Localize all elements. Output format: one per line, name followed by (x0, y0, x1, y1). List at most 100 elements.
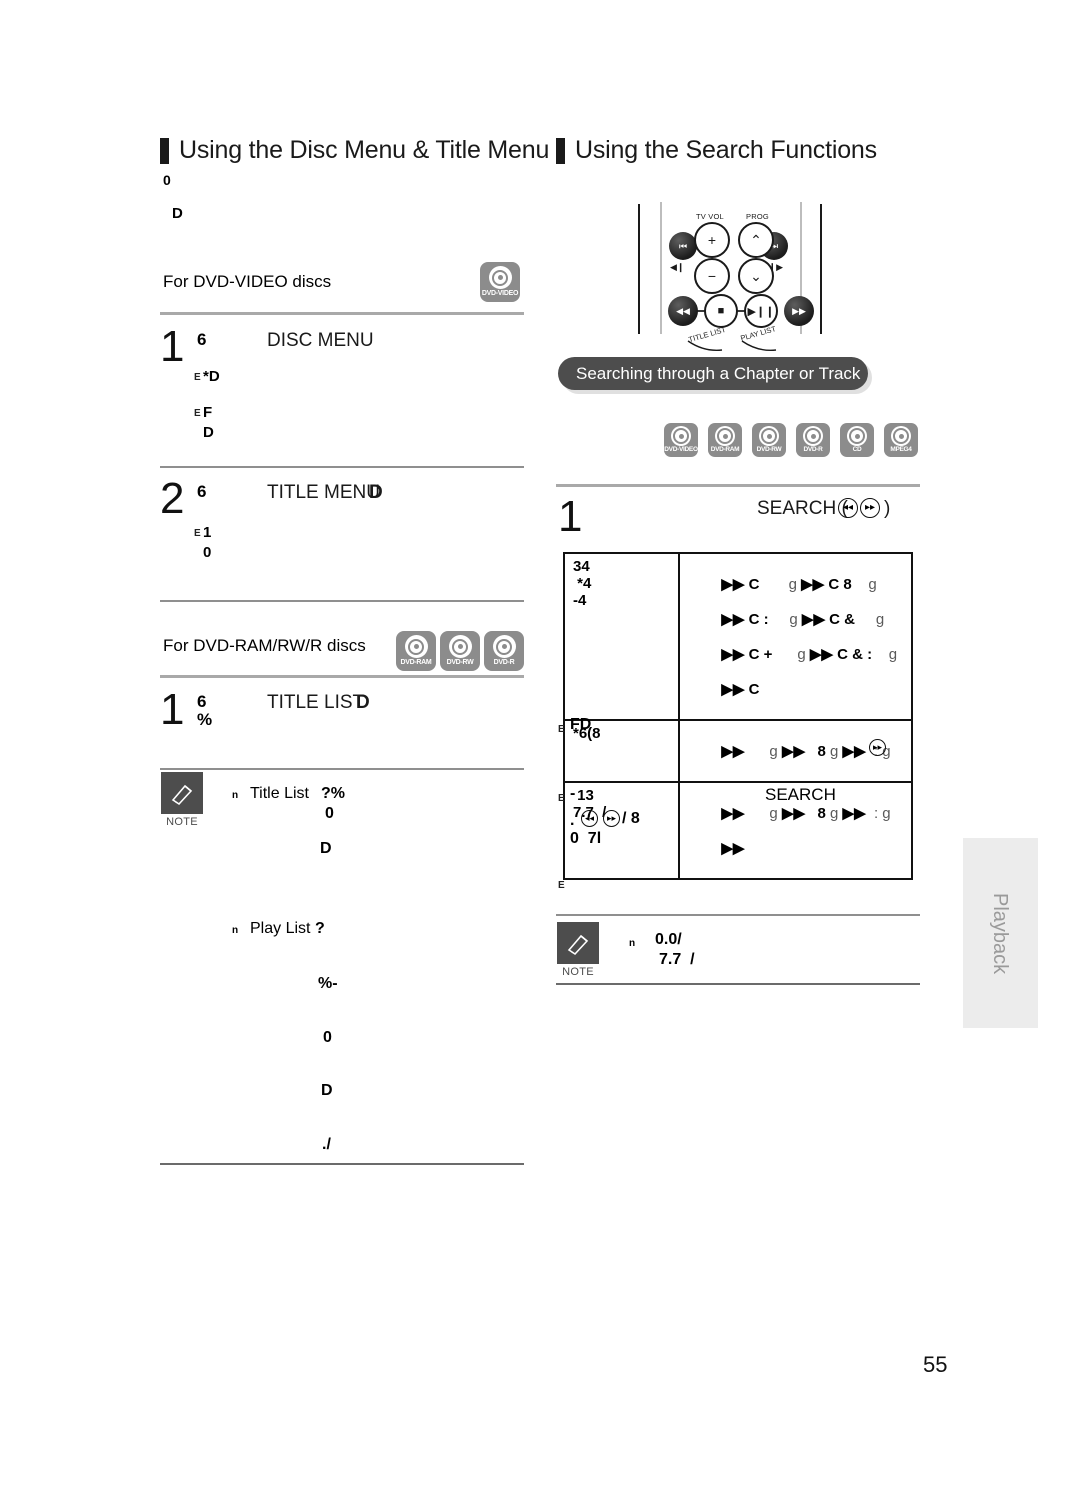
left-note-box: NOTE (161, 772, 203, 828)
title-list-step-number: 1 (160, 685, 185, 734)
disc-glyph-icon (715, 426, 735, 446)
pencil-icon (557, 922, 599, 964)
disc-glyph-icon (671, 426, 691, 446)
below-table-prefix-3: E (558, 880, 565, 891)
search-back-icon: ◂◂ (838, 498, 858, 518)
disc-glyph-icon (488, 266, 512, 289)
tv-vol-down-button[interactable]: − (694, 258, 730, 294)
left-heading-text: Using the Disc Menu & Title Menu (179, 136, 550, 164)
cell-line: *4 (573, 575, 592, 592)
disc-glyph-icon (803, 426, 823, 446)
disc-icon-label: DVD-RAM (710, 446, 740, 453)
table-row: 34 *4 -4 ▶▶ C g ▶▶ C 8 g ▶▶ C : g ▶▶ C & … (563, 552, 913, 721)
disc-glyph-icon (404, 635, 428, 658)
title-list-step-marker2: % (197, 710, 213, 729)
note-bullet-value-8: ./ (322, 1136, 331, 1153)
remote-control-illustration: TV VOL PROG ⏮ ◀❙ ⏭ ❙❙▶ + − ⌃ ⌄ (628, 196, 828, 351)
right-heading-text: Using the Search Functions (575, 136, 877, 164)
step-1-sub-text-1: *D (203, 368, 220, 385)
rewind-button[interactable]: ◀◀ (668, 296, 698, 326)
disc-icon-cd: CD (840, 423, 874, 457)
prev-track-button[interactable]: ⏮ (669, 232, 697, 260)
side-tab-playback: Playback (963, 838, 1038, 1028)
step-1-number: 1 (160, 322, 185, 371)
step-2-sub-text-1: 1 (203, 524, 212, 541)
search-forward-icon-inline-2: ▸▸ (603, 810, 620, 827)
below-table-text-1: FD (570, 716, 592, 733)
dvd-r-disc-icon: DVD-R (484, 631, 524, 671)
step-2-title-suffix: D (369, 482, 383, 503)
page-number: 55 (923, 1352, 948, 1377)
fast-forward-button[interactable]: ▶▶ (784, 296, 814, 326)
subhead-dvd-ram: For DVD-RAM/RW/R discs (163, 636, 366, 655)
table-row: *6(8 ▶▶ g ▶▶ 8 g ▶▶ : g (563, 719, 913, 783)
table-cell-col2-row1: ▶▶ C g ▶▶ C 8 g ▶▶ C : g ▶▶ C & g ▶▶ C +… (678, 552, 913, 721)
title-list-step-marker: 6 (197, 692, 207, 711)
divider (160, 600, 524, 602)
right-note-box: NOTE (557, 922, 599, 978)
side-tab-label: Playback (989, 893, 1011, 975)
divider (160, 768, 524, 770)
plus-icon: + (707, 232, 717, 248)
minus-icon: − (707, 268, 717, 284)
note-bullet-value-4: ? (315, 920, 325, 937)
cell-line: 34 (573, 558, 590, 575)
cell-line: 13 (573, 787, 594, 804)
prog-label: PROG (746, 212, 769, 221)
step-1-title: DISC MENU (267, 330, 374, 351)
note-bullet-value-7: D (321, 1082, 333, 1099)
disc-glyph-icon (759, 426, 779, 446)
chevron-down-icon: ⌄ (750, 267, 762, 284)
step-2-sub-prefix-1: E (194, 528, 201, 539)
title-list-step-title: TITLE LIST (267, 692, 365, 713)
step-1-sub-text-3: D (203, 424, 214, 441)
step-2-sub-text-2: 0 (203, 544, 212, 561)
right-note-bullet-marker: n (629, 938, 636, 949)
dvd-rw-disc-icon: DVD-RW (440, 631, 480, 671)
remote-edge-line-left-inner (660, 202, 662, 334)
stop-button[interactable]: ■ (704, 294, 738, 328)
below-table-prefix-2: E (558, 793, 565, 804)
disc-icon-dvd-rw: DVD-RW (752, 423, 786, 457)
disc-icon-label: DVD-RAM (400, 659, 432, 666)
divider (556, 484, 920, 487)
divider (556, 914, 920, 916)
disc-glyph-icon (492, 635, 516, 658)
tv-vol-up-button[interactable]: + (694, 222, 730, 258)
divider (556, 983, 920, 985)
disc-icon-dvd-ram: DVD-RAM (708, 423, 742, 457)
search-step-title: SEARCH ( (757, 498, 848, 519)
step-1-marker: 6 (197, 330, 207, 349)
left-intro-glyph-1: 0 (163, 172, 171, 188)
left-intro-glyph-2: D (172, 205, 183, 222)
note-bullet-marker: n (232, 790, 239, 801)
disc-icon-label: MPEG4 (890, 446, 912, 453)
heading-bar-icon (160, 137, 169, 164)
cell-line: -4 (573, 592, 587, 609)
disc-icon-label: DVD-RW (756, 446, 782, 453)
disc-icon-dvd-video: DVD-VIDEO (664, 423, 698, 457)
search-word: SEARCH (765, 785, 836, 804)
disc-icon-label: DVD-R (493, 659, 515, 666)
disc-icon-label: DVD-VIDEO (481, 290, 519, 297)
below-table-text-2: - (570, 785, 576, 802)
dvd-video-disc-icon: DVD-VIDEO (480, 262, 520, 302)
note-bullet-value-3: D (320, 840, 332, 857)
disc-icon-label: DVD-RW (446, 659, 474, 666)
search-step-title-close: ) (884, 498, 891, 519)
search-forward-icon-inline: ▸▸ (869, 739, 886, 756)
search-step-number: 1 (558, 492, 583, 541)
disc-icon-label: CD (852, 446, 862, 453)
right-section-heading: Using the Search Functions (556, 136, 877, 165)
right-note-bullet-value-2: 7.7 / (659, 951, 695, 968)
prog-down-button[interactable]: ⌄ (738, 258, 774, 294)
supported-disc-icons: DVD-VIDEO DVD-RAM DVD-RW DVD-R CD MPEG4 (664, 423, 918, 457)
search-back-icon-inline: ◂◂ (581, 810, 598, 827)
below-table-text-4: / 8 (622, 810, 640, 827)
left-section-heading: Using the Disc Menu & Title Menu (160, 136, 549, 165)
disc-glyph-icon (847, 426, 867, 446)
prog-up-button[interactable]: ⌃ (738, 222, 774, 258)
remote-curve-lines (687, 340, 777, 351)
note-bullet-value-6: 0 (323, 1029, 332, 1046)
play-pause-button[interactable]: ▶❙❙ (744, 294, 778, 328)
